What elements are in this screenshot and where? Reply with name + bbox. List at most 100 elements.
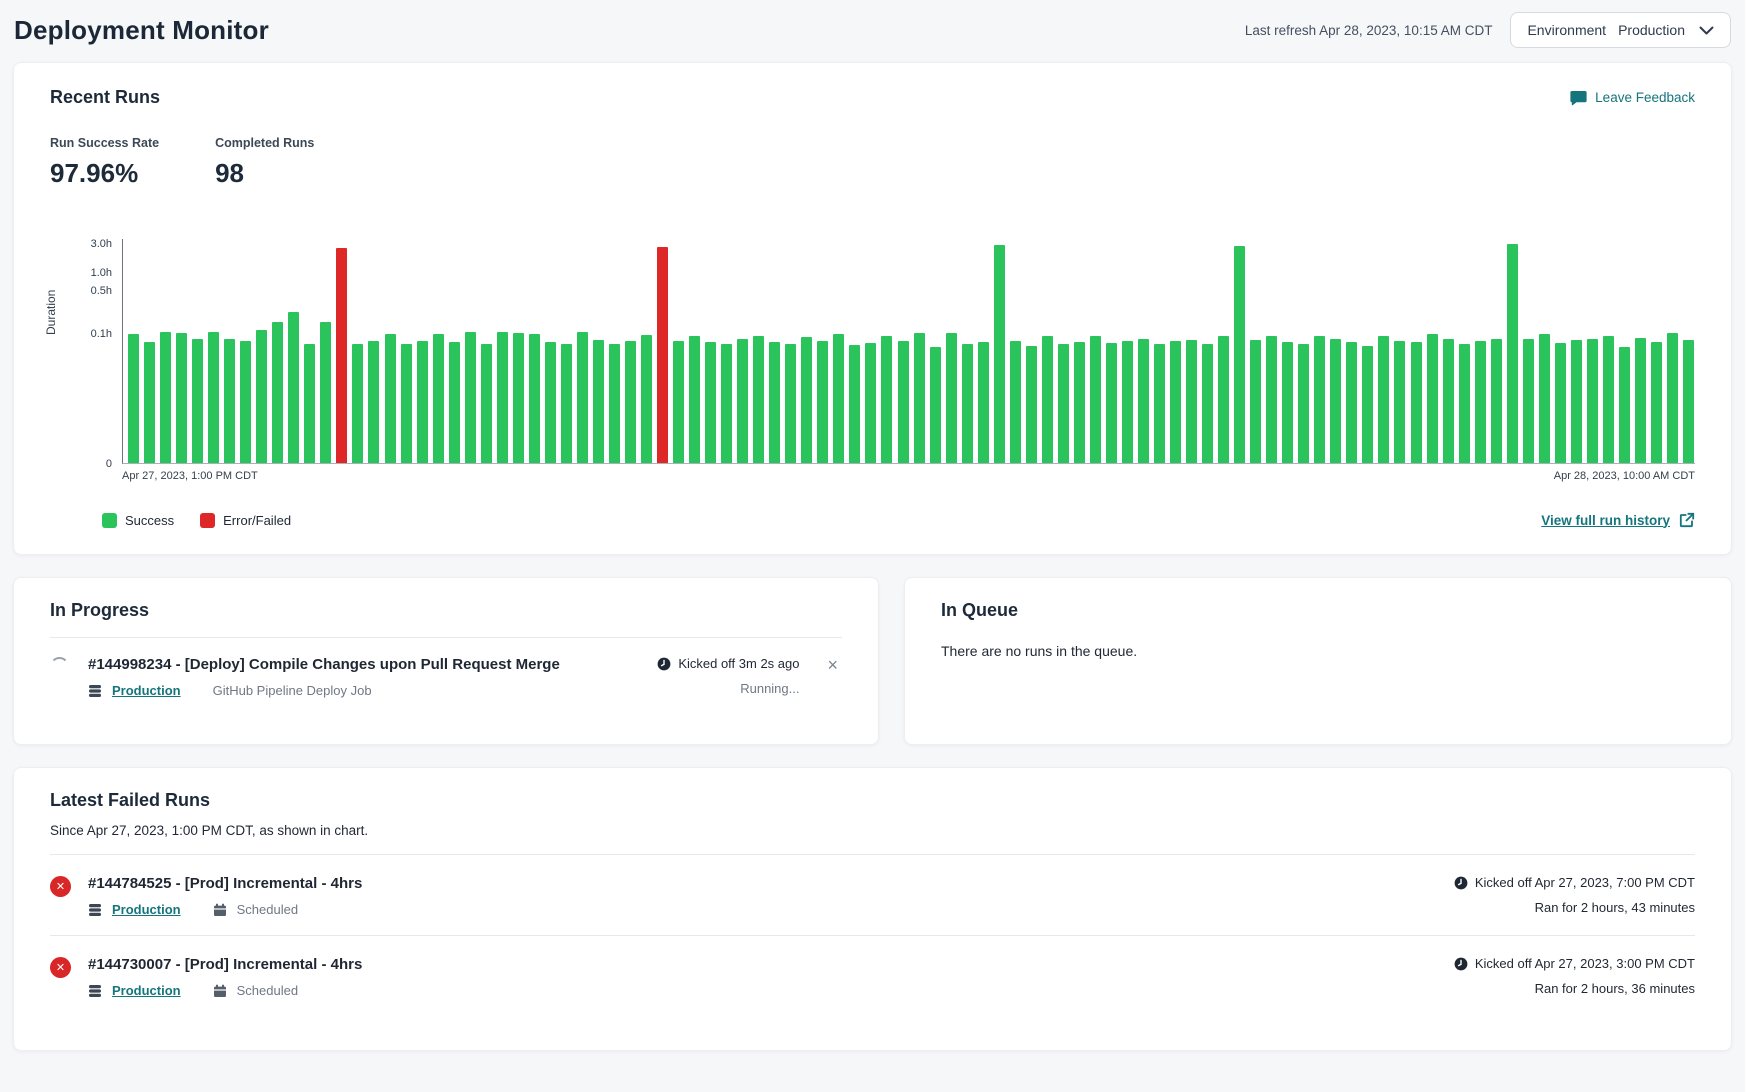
run-bar-success[interactable] [545, 342, 556, 463]
run-bar-failed[interactable] [336, 248, 347, 463]
run-bar-success[interactable] [785, 344, 796, 463]
run-bar-success[interactable] [865, 343, 876, 463]
run-bar-success[interactable] [385, 334, 396, 463]
run-bar-success[interactable] [240, 341, 251, 463]
run-bar-success[interactable] [1010, 341, 1021, 463]
run-bar-success[interactable] [1491, 339, 1502, 463]
run-bar-success[interactable] [1090, 336, 1101, 463]
run-bar-success[interactable] [561, 344, 572, 463]
run-bar-success[interactable] [497, 332, 508, 463]
run-bar-success[interactable] [128, 334, 139, 463]
run-bar-success[interactable] [288, 312, 299, 463]
run-bar-success[interactable] [529, 334, 540, 463]
run-bar-success[interactable] [1234, 246, 1245, 463]
run-bar-success[interactable] [433, 334, 444, 463]
run-bar-success[interactable] [946, 333, 957, 463]
run-bar-success[interactable] [817, 341, 828, 463]
run-bar-success[interactable] [737, 339, 748, 463]
run-bar-success[interactable] [898, 341, 909, 463]
run-bar-success[interactable] [1603, 336, 1614, 463]
run-bar-success[interactable] [1539, 334, 1550, 463]
run-bar-success[interactable] [1651, 342, 1662, 463]
run-bar-success[interactable] [1619, 347, 1630, 463]
run-bar-success[interactable] [417, 341, 428, 463]
run-bar-success[interactable] [272, 322, 283, 463]
run-bar-success[interactable] [1394, 341, 1405, 463]
run-bar-success[interactable] [721, 344, 732, 463]
run-bar-success[interactable] [1571, 340, 1582, 463]
run-bar-success[interactable] [593, 340, 604, 463]
run-bar-success[interactable] [833, 334, 844, 463]
run-bar-success[interactable] [1266, 336, 1277, 463]
run-bar-success[interactable] [1346, 342, 1357, 463]
run-bar-success[interactable] [1475, 341, 1486, 463]
run-bar-success[interactable] [962, 344, 973, 463]
run-bar-success[interactable] [1443, 339, 1454, 463]
run-bar-success[interactable] [481, 344, 492, 463]
run-bar-success[interactable] [1298, 344, 1309, 463]
run-bar-success[interactable] [577, 332, 588, 463]
run-bar-success[interactable] [144, 342, 155, 463]
run-bar-success[interactable] [1202, 344, 1213, 463]
run-bar-success[interactable] [1250, 340, 1261, 463]
run-bar-success[interactable] [1411, 342, 1422, 463]
run-bar-success[interactable] [1378, 336, 1389, 463]
run-bar-success[interactable] [192, 339, 203, 463]
run-bar-success[interactable] [224, 339, 235, 463]
run-bar-success[interactable] [1170, 341, 1181, 463]
run-bar-success[interactable] [994, 245, 1005, 463]
run-bar-success[interactable] [881, 336, 892, 463]
run-bar-success[interactable] [352, 344, 363, 463]
environment-link[interactable]: Production [112, 983, 181, 998]
run-bar-success[interactable] [1282, 342, 1293, 463]
run-bar-success[interactable] [256, 330, 267, 463]
run-bar-success[interactable] [801, 337, 812, 463]
run-bar-success[interactable] [1186, 340, 1197, 463]
view-full-run-history-link[interactable]: View full run history [1541, 512, 1695, 528]
run-bar-success[interactable] [1362, 346, 1373, 463]
run-bar-success[interactable] [1587, 339, 1598, 463]
run-bar-success[interactable] [1555, 343, 1566, 463]
run-bar-success[interactable] [1507, 244, 1518, 463]
run-bar-success[interactable] [609, 344, 620, 463]
run-bar-success[interactable] [1106, 343, 1117, 463]
run-bar-success[interactable] [513, 333, 524, 463]
run-bar-success[interactable] [401, 344, 412, 463]
run-bar-success[interactable] [930, 347, 941, 463]
run-bar-success[interactable] [673, 341, 684, 463]
run-bar-success[interactable] [769, 342, 780, 463]
run-bar-success[interactable] [849, 345, 860, 463]
run-bar-success[interactable] [160, 332, 171, 463]
run-bar-success[interactable] [208, 332, 219, 463]
run-bar-success[interactable] [320, 322, 331, 463]
run-bar-success[interactable] [1330, 339, 1341, 463]
run-bar-success[interactable] [641, 335, 652, 463]
run-bar-success[interactable] [1667, 333, 1678, 463]
run-bar-success[interactable] [1523, 339, 1534, 463]
environment-link[interactable]: Production [112, 902, 181, 917]
run-bar-success[interactable] [625, 341, 636, 463]
run-bar-success[interactable] [914, 333, 925, 463]
run-bar-success[interactable] [449, 342, 460, 463]
run-bar-success[interactable] [1683, 340, 1694, 463]
run-bar-success[interactable] [1074, 342, 1085, 463]
run-bar-success[interactable] [753, 336, 764, 463]
environment-link[interactable]: Production [112, 683, 181, 698]
run-bar-success[interactable] [705, 342, 716, 463]
run-bar-success[interactable] [1042, 336, 1053, 463]
run-bar-failed[interactable] [657, 247, 668, 463]
environment-dropdown[interactable]: Environment Production [1510, 12, 1731, 48]
leave-feedback-button[interactable]: Leave Feedback [1570, 90, 1695, 106]
run-bar-success[interactable] [1154, 344, 1165, 463]
run-bar-success[interactable] [368, 341, 379, 463]
run-bar-success[interactable] [978, 342, 989, 463]
run-bar-success[interactable] [304, 344, 315, 463]
run-bar-success[interactable] [1459, 344, 1470, 463]
run-bar-success[interactable] [176, 333, 187, 463]
run-bar-success[interactable] [1138, 339, 1149, 463]
close-icon[interactable]: × [823, 656, 842, 674]
run-bar-success[interactable] [1058, 344, 1069, 463]
run-bar-success[interactable] [465, 332, 476, 463]
run-bar-success[interactable] [1218, 336, 1229, 463]
run-bar-success[interactable] [1427, 334, 1438, 463]
